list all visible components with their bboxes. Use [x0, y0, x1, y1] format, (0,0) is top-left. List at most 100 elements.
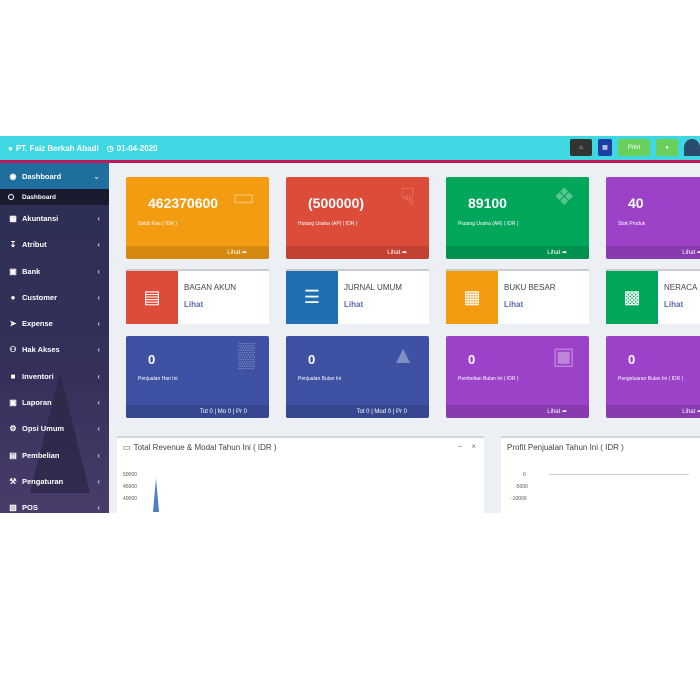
y-tick-label: -10000	[511, 496, 527, 502]
panel-title: Profit Penjualan Tahun Ini ( IDR )	[507, 443, 624, 452]
stat-value: 462370600	[148, 195, 219, 211]
sidebar-item-bank[interactable]: ▣ Bank ‹	[0, 258, 109, 284]
stat-label: Stok Produk	[618, 221, 646, 227]
sidebar-subitem-label: Dashboard	[22, 193, 56, 201]
chevron-left-icon: ‹	[97, 398, 100, 408]
stat-card-link[interactable]: Lihat ➦	[606, 246, 700, 259]
minimize-icon[interactable]: −	[458, 442, 463, 451]
user-avatar[interactable]	[684, 139, 700, 156]
info-box-buku-besar[interactable]: ▦ BUKU BESAR Lihat	[446, 269, 589, 324]
arrow-circle-icon: ➦	[561, 250, 567, 256]
stat-label: Penjualan Bulan Ini	[298, 376, 342, 382]
bell-icon: ●	[665, 144, 669, 151]
panel-header: Profit Penjualan Tahun Ini ( IDR )	[507, 443, 624, 452]
print-button[interactable]: Print	[618, 139, 650, 156]
stat-card-link[interactable]: Lihat ➦	[286, 246, 429, 259]
gear-icon: ⚙	[9, 424, 17, 434]
link-label: Lihat	[682, 249, 696, 256]
info-box-link[interactable]: Lihat	[504, 300, 523, 309]
sidebar-item-dashboard[interactable]: ◉ Dashboard ⌄	[0, 163, 109, 190]
sidebar-item-laporan[interactable]: ▣ Laporan ‹	[0, 389, 109, 415]
stat-value: 89100	[468, 195, 507, 211]
link-label: Lihat	[387, 249, 401, 256]
stat-card-link[interactable]: Lihat ➦	[446, 246, 589, 259]
link-label: Lihat	[547, 408, 561, 415]
sidebar-item-label: Customer	[22, 292, 58, 302]
calculator-icon: ▦	[9, 213, 17, 223]
sidebar-item-akuntansi[interactable]: ▦ Akuntansi ‹	[0, 205, 109, 231]
arrow-circle-icon: ➦	[241, 250, 247, 256]
info-box-link[interactable]: Lihat	[184, 300, 203, 309]
clock-icon: ◷	[106, 143, 114, 153]
link-label: Lihat	[227, 249, 241, 256]
home-button[interactable]: ⌂	[570, 139, 592, 156]
panel-controls: − ×	[458, 442, 476, 451]
paper-plane-icon: ➤	[9, 319, 17, 329]
thumbs-down-icon: ☟	[400, 184, 415, 211]
sidebar-item-pos[interactable]: ▧ POS ‹	[0, 495, 109, 513]
revenue-chart-panel: ▭ Total Revenue & Modal Tahun Ini ( IDR …	[117, 436, 484, 513]
sidebar-subitem-dashboard[interactable]: Dashboard	[0, 189, 109, 206]
sidebar-item-inventori[interactable]: ■ Inventori ‹	[0, 363, 109, 389]
chevron-left-icon: ‹	[97, 424, 100, 434]
boxes-icon: ■	[10, 371, 16, 381]
sidebar-item-label: Opsi Umum	[22, 424, 65, 434]
sidebar-item-label: Pengaturan	[22, 476, 64, 486]
y-tick-label: 0	[523, 472, 526, 478]
stat-label: Saldo Kas ( IDR )	[138, 221, 177, 227]
sidebar: ◉ Dashboard ⌄ Dashboard ▦ Akuntansi ‹ ↧ Atribut ‹…	[0, 163, 109, 513]
panel-header: ▭ Total Revenue & Modal Tahun Ini ( IDR …	[123, 443, 277, 452]
stat-card-link[interactable]: Lihat ➦	[446, 405, 589, 418]
info-box-title: JURNAL UMUM	[344, 283, 402, 292]
arrow-circle-icon: ➦	[401, 250, 407, 256]
sidebar-item-label: Dashboard	[22, 171, 62, 181]
stat-value: 0	[308, 352, 316, 367]
info-box-title: BAGAN AKUN	[184, 283, 237, 292]
company-name: PT. Faiz Berkah Abadi	[15, 143, 99, 153]
info-box-bagan-akun[interactable]: ▤ BAGAN AKUN Lihat	[126, 269, 269, 324]
info-box-link[interactable]: Lihat	[664, 300, 683, 309]
circle-icon	[8, 194, 14, 201]
chevron-left-icon: ‹	[97, 476, 100, 486]
home-icon: ⌂	[579, 144, 583, 151]
sidebar-item-expense[interactable]: ➤ Expense ‹	[0, 310, 109, 336]
stat-card-pengeluaran-bulan-ini: 0 Pengeluaran Bulan Ini ( IDR ) Lihat ➦	[606, 336, 700, 418]
users-icon: ⚇	[9, 345, 17, 355]
info-box-neraca[interactable]: ▩ NERACA Lihat	[606, 269, 700, 324]
sidebar-item-label: Pembelian	[22, 450, 60, 460]
main-content: 462370600 Saldo Kas ( IDR ) ▭ Lihat ➦ (5…	[109, 163, 700, 513]
dashboard-icon: ◉	[9, 171, 17, 181]
info-box-jurnal-umum[interactable]: ☰ JURNAL UMUM Lihat	[286, 269, 429, 324]
chevron-left-icon: ‹	[97, 345, 100, 355]
chart-icon: ▣	[9, 398, 17, 408]
sidebar-item-label: Inventori	[22, 371, 54, 381]
chevron-left-icon: ‹	[97, 503, 100, 513]
stat-card-link[interactable]: Lihat ➦	[606, 405, 700, 418]
stat-value: 0	[148, 352, 156, 367]
app-logo-button[interactable]: ▦	[598, 139, 612, 156]
sidebar-item-label: Expense	[22, 319, 53, 329]
company-brand[interactable]: ● PT. Faiz Berkah Abadi	[0, 144, 99, 153]
sidebar-item-atribut[interactable]: ↧ Atribut ‹	[0, 232, 109, 258]
arrow-circle-icon: ➦	[561, 409, 567, 415]
y-tick-label: 45000	[123, 484, 137, 490]
bank-icon: ▣	[9, 266, 17, 276]
sidebar-item-customer[interactable]: ● Customer ‹	[0, 284, 109, 310]
link-label: Lihat	[682, 408, 696, 415]
close-icon[interactable]: ×	[471, 442, 476, 451]
leaf-icon: ❖	[553, 184, 575, 211]
sidebar-item-opsi-umum[interactable]: ⚙ Opsi Umum ‹	[0, 416, 109, 442]
stat-card-hutang-usaha: (500000) Hutang Usaha (AP) ( IDR ) ☟ Lih…	[286, 177, 429, 259]
sidebar-item-label: Atribut	[22, 240, 47, 250]
sidebar-item-pengaturan[interactable]: ⚒ Pengaturan ‹	[0, 468, 109, 494]
notification-button[interactable]: ●	[656, 139, 678, 156]
sidebar-item-pembelian[interactable]: ▤ Pembelian ‹	[0, 442, 109, 468]
bar-chart-icon: ▒	[237, 342, 255, 369]
stat-card-footer: Tot 0 | Mod 0 | Pr 0	[286, 405, 429, 418]
info-box-title: NERACA	[664, 283, 698, 292]
link-label: Lihat	[547, 249, 561, 256]
sidebar-item-label: Hak Akses	[22, 345, 60, 355]
sidebar-item-hak-akses[interactable]: ⚇ Hak Akses ‹	[0, 337, 109, 363]
stat-card-link[interactable]: Lihat ➦	[126, 246, 269, 259]
info-box-link[interactable]: Lihat	[344, 300, 363, 309]
